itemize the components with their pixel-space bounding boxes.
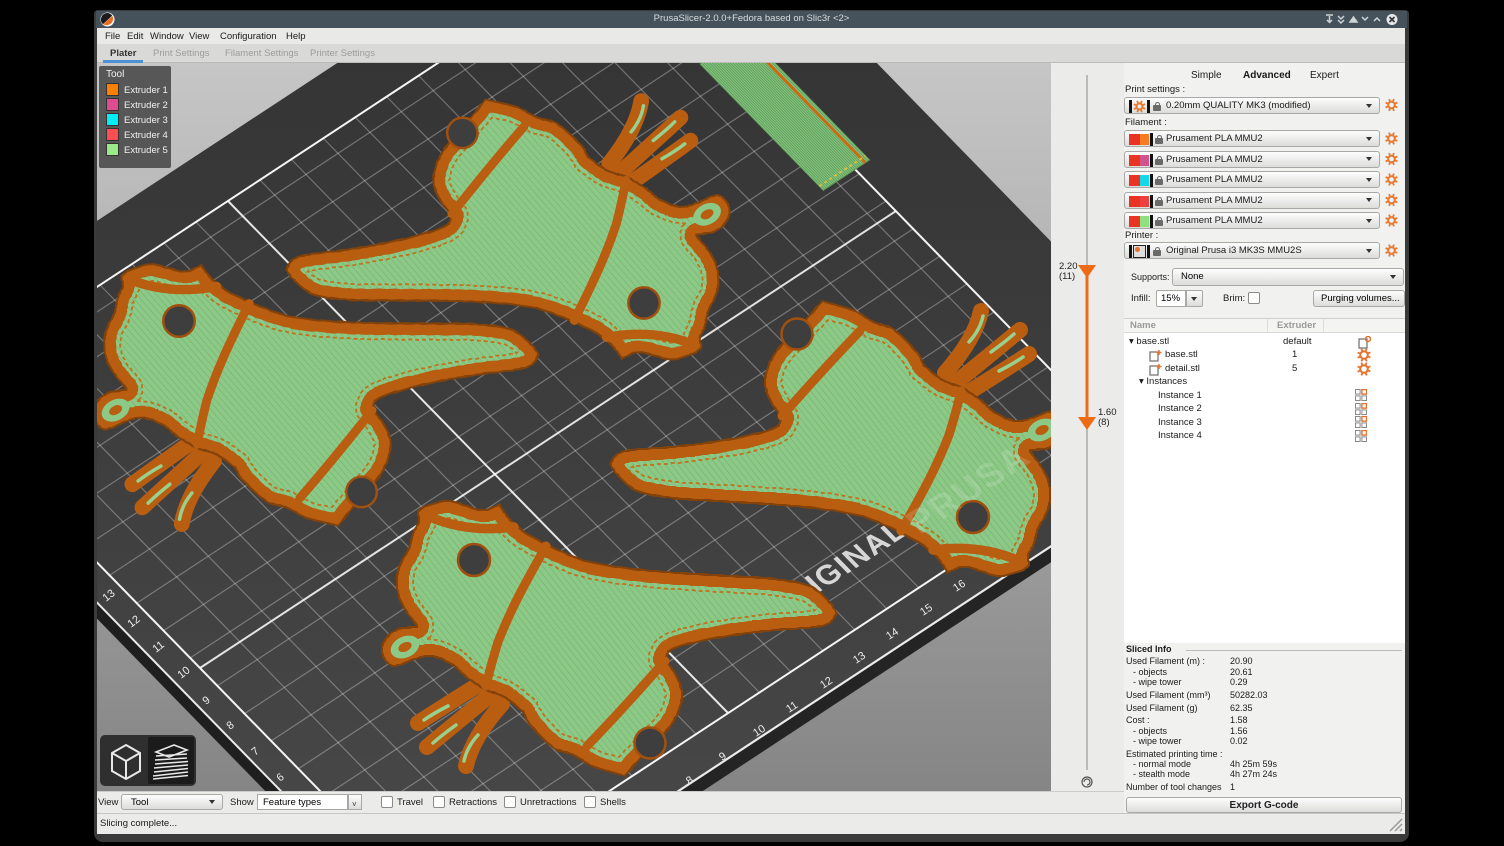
svg-text:(11): (11) — [1059, 271, 1075, 282]
svg-text:(8): (8) — [1098, 417, 1110, 428]
